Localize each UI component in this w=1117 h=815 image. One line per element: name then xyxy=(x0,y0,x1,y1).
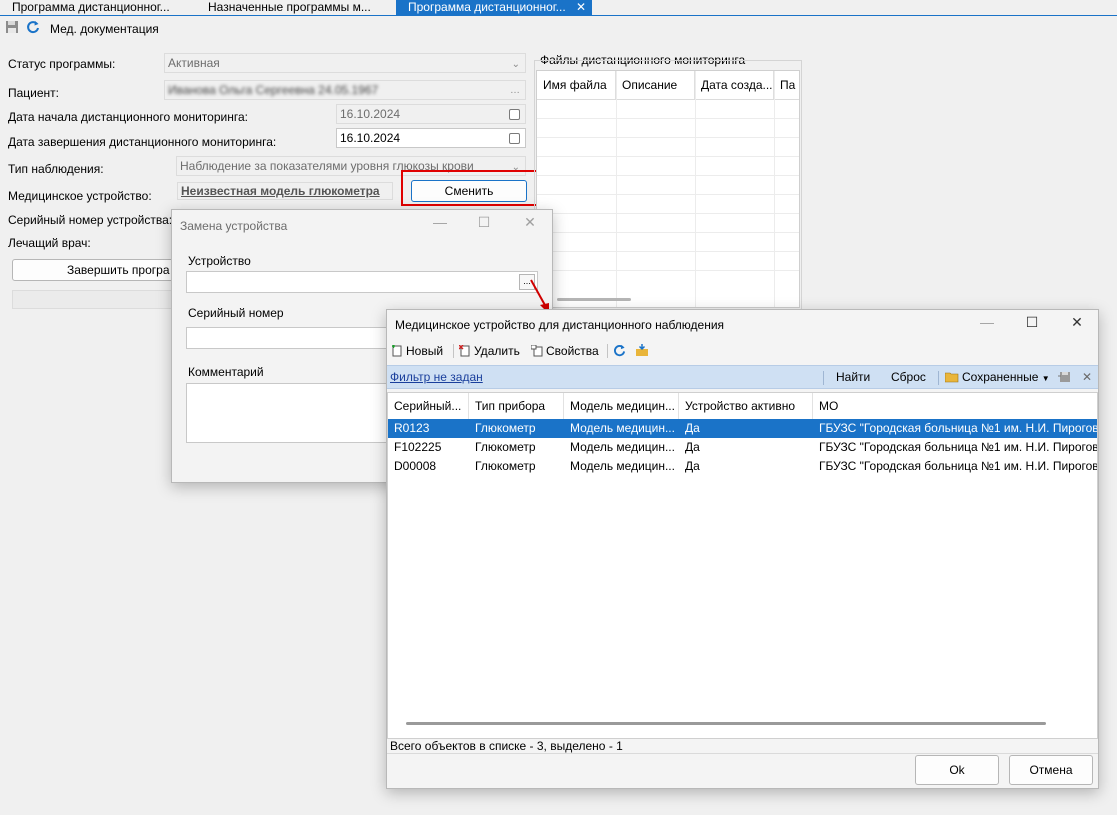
status-strip xyxy=(12,290,184,309)
col-model[interactable]: Модель медицин... xyxy=(564,393,679,419)
col-device-type[interactable]: Тип прибора xyxy=(469,393,564,419)
properties-button[interactable]: Свойства xyxy=(531,340,599,362)
minimize-icon[interactable]: — xyxy=(977,314,997,330)
cancel-button[interactable]: Отмена xyxy=(1009,755,1093,785)
reset-button[interactable]: Сброс xyxy=(891,366,926,388)
tab-program-active[interactable]: Программа дистанционног... ✕ xyxy=(396,0,592,16)
main-toolbar: Мед. документация xyxy=(0,17,1117,41)
refresh-icon[interactable] xyxy=(613,340,626,362)
calendar-check-icon[interactable] xyxy=(509,109,520,120)
tab-bar: Программа дистанционног... Назначенные п… xyxy=(0,0,1117,16)
table-row[interactable]: F102225 Глюкометр Модель медицин... Да Г… xyxy=(388,438,1097,457)
close-icon[interactable]: ✕ xyxy=(1067,314,1087,331)
finish-program-button[interactable]: Завершить програ xyxy=(12,259,184,281)
change-device-button[interactable]: Сменить xyxy=(411,180,527,202)
replace-dialog-title: Замена устройства xyxy=(180,219,288,233)
maximize-icon[interactable]: ☐ xyxy=(474,214,494,231)
ellipsis-icon[interactable]: … xyxy=(510,82,520,99)
list-status-text: Всего объектов в списке - 3, выделено - … xyxy=(390,739,623,753)
replace-comment-label: Комментарий xyxy=(188,365,264,379)
patient-field[interactable]: Иванова Ольга Сергеевна 24.05.1967 … xyxy=(164,80,526,100)
close-filter-icon[interactable]: ✕ xyxy=(1082,366,1092,388)
save-icon[interactable] xyxy=(5,20,19,38)
observation-type-label: Тип наблюдения: xyxy=(8,162,104,176)
find-button[interactable]: Найти xyxy=(836,366,870,388)
folder-icon xyxy=(945,372,959,383)
replace-serial-label: Серийный номер xyxy=(188,306,284,320)
new-icon xyxy=(392,345,402,357)
device-dialog-title: Медицинское устройство для дистанционног… xyxy=(395,318,725,332)
properties-icon xyxy=(531,345,543,357)
device-toolbar: Новый Удалить Свойства xyxy=(387,340,1098,362)
status-label: Статус программы: xyxy=(8,57,116,71)
patient-label: Пациент: xyxy=(8,86,60,100)
device-label: Медицинское устройство: xyxy=(8,189,152,203)
device-list[interactable]: Серийный... Тип прибора Модель медицин..… xyxy=(387,392,1098,739)
delete-icon xyxy=(459,345,470,357)
col-serial[interactable]: Серийный... xyxy=(388,393,469,419)
end-date-label: Дата завершения дистанционного мониторин… xyxy=(8,135,277,149)
export-folder-icon[interactable] xyxy=(635,340,649,362)
start-date-field[interactable]: 16.10.2024 xyxy=(336,104,526,124)
tab-program-1[interactable]: Программа дистанционног... xyxy=(0,0,190,16)
filter-bar: Фильтр не задан Найти Сброс Сохраненные … xyxy=(387,365,1098,389)
ok-button[interactable]: Ok xyxy=(915,755,999,785)
replace-device-label: Устройство xyxy=(188,254,251,268)
replace-device-input[interactable]: ... xyxy=(186,271,538,293)
col-mo[interactable]: МО xyxy=(813,393,1097,419)
horizontal-scrollbar[interactable] xyxy=(557,298,631,301)
device-list-dialog: Медицинское устройство для дистанционног… xyxy=(386,309,1099,789)
filter-link[interactable]: Фильтр не задан xyxy=(390,366,483,388)
med-docs-button[interactable]: Мед. документация xyxy=(50,20,159,38)
files-col-created[interactable]: Дата созда... xyxy=(695,71,774,99)
delete-button[interactable]: Удалить xyxy=(459,340,520,362)
chevron-down-icon: ⌄ xyxy=(511,59,520,70)
save-filter-icon[interactable] xyxy=(1057,366,1072,388)
saved-filters-button[interactable]: Сохраненные ▼ xyxy=(945,366,1050,388)
doctor-label: Лечащий врач: xyxy=(8,236,91,250)
device-value: Неизвестная модель глюкометра xyxy=(177,182,393,200)
close-icon[interactable]: ✕ xyxy=(576,0,586,15)
close-icon[interactable]: ✕ xyxy=(520,214,540,231)
refresh-icon[interactable] xyxy=(26,20,40,38)
minimize-icon[interactable]: — xyxy=(430,214,450,230)
horizontal-scrollbar[interactable] xyxy=(406,722,1046,725)
calendar-check-icon[interactable] xyxy=(509,133,520,144)
table-row[interactable]: D00008 Глюкометр Модель медицин... Да ГБ… xyxy=(388,457,1097,476)
start-date-label: Дата начала дистанционного мониторинга: xyxy=(8,110,248,124)
chevron-down-icon: ▼ xyxy=(1041,374,1050,383)
tab-assigned-programs[interactable]: Назначенные программы м... xyxy=(196,0,392,16)
status-combo[interactable]: Активная ⌄ xyxy=(164,53,526,73)
new-button[interactable]: Новый xyxy=(391,340,443,362)
serial-label: Серийный номер устройства: xyxy=(8,213,173,227)
col-active[interactable]: Устройство активно xyxy=(679,393,813,419)
files-col-name[interactable]: Имя файла xyxy=(537,71,616,99)
files-col-description[interactable]: Описание xyxy=(616,71,695,99)
end-date-field[interactable]: 16.10.2024 xyxy=(336,128,526,148)
table-row[interactable]: R0123 Глюкометр Модель медицин... Да ГБУ… xyxy=(388,419,1097,438)
files-col-pa[interactable]: Па xyxy=(774,71,799,99)
files-grid[interactable]: Имя файла Описание Дата созда... Па xyxy=(536,70,800,308)
maximize-icon[interactable]: ☐ xyxy=(1022,314,1042,331)
